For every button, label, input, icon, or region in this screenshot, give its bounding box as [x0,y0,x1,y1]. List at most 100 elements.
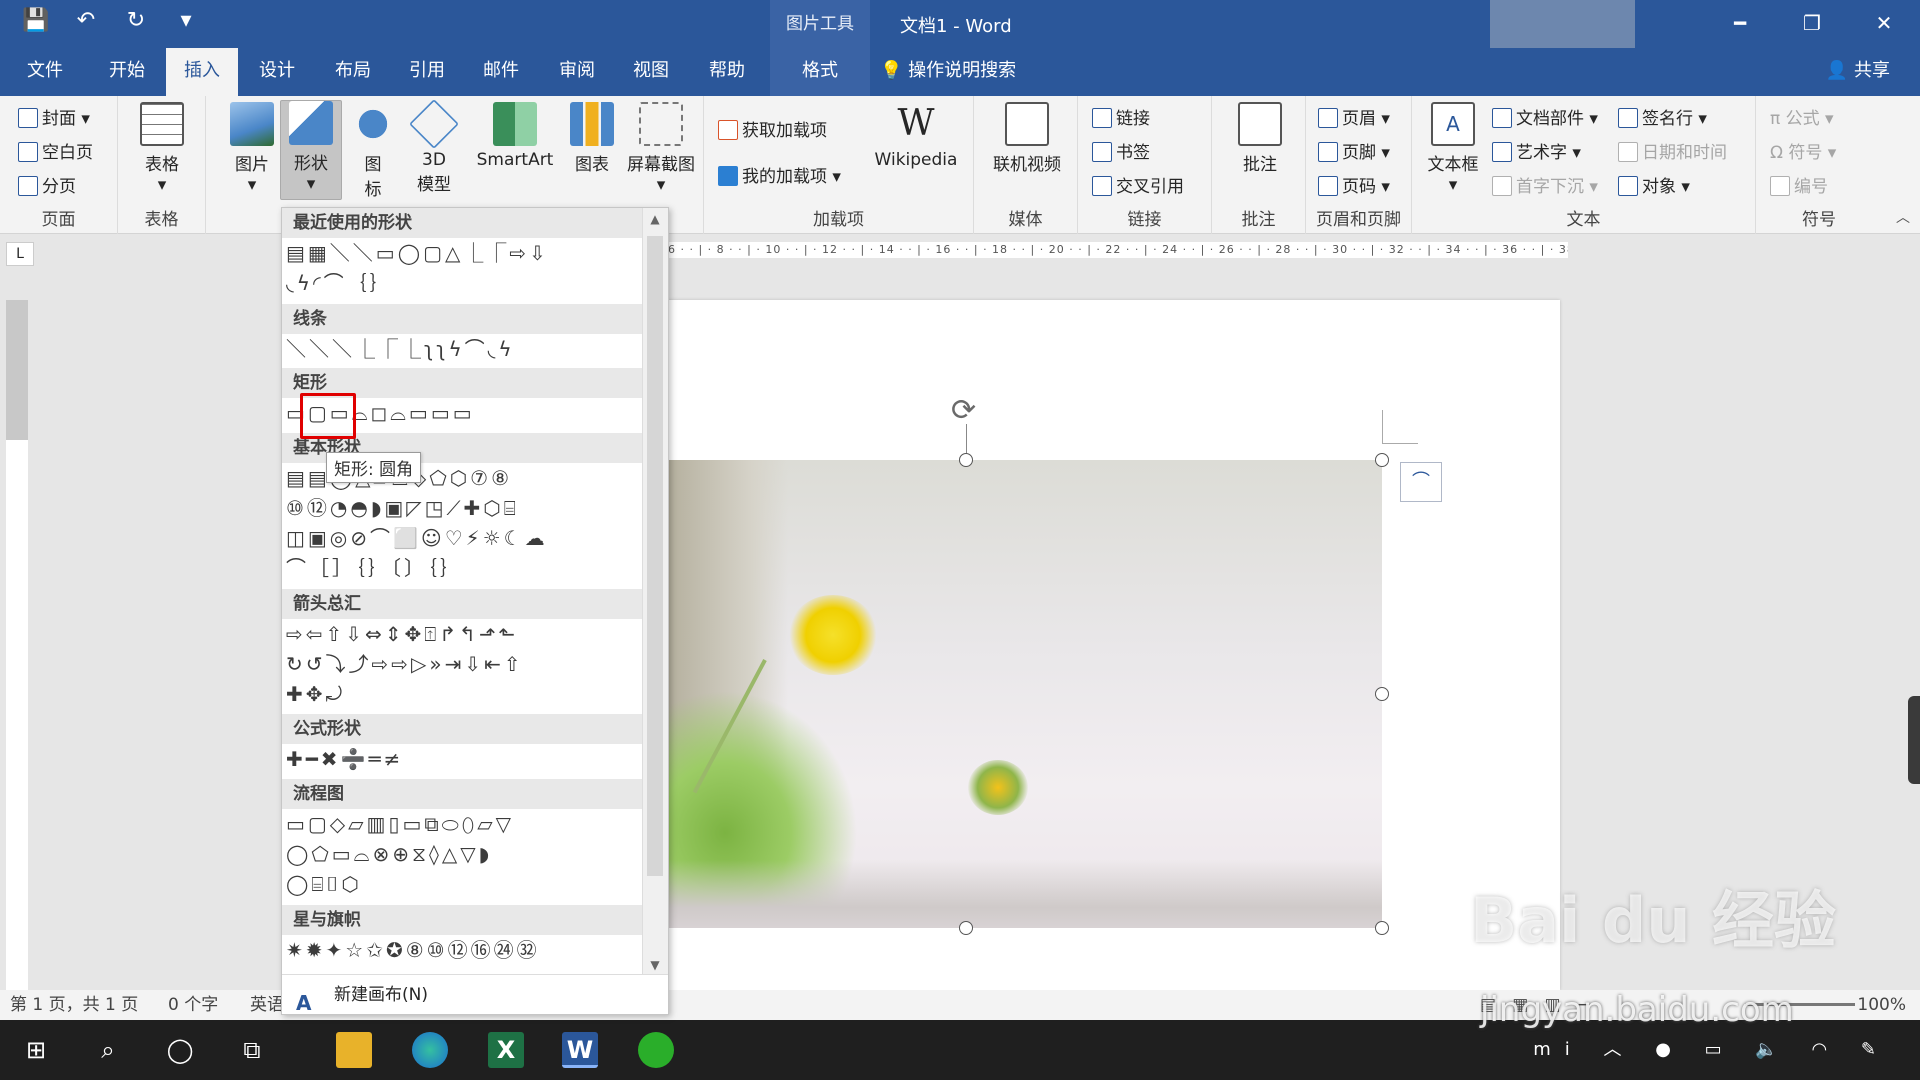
resize-handle-bottom-right[interactable] [1375,921,1389,935]
object-label: 对象 [1642,177,1676,197]
link-button[interactable]: 链接 [1092,104,1150,129]
group-links: 链接 书签 交叉引用 链接 [1078,96,1212,234]
excel-icon[interactable]: X [488,1032,524,1068]
tab-view[interactable]: 视图 [622,48,680,96]
page-break-button[interactable]: 分页 [18,172,76,197]
minimize-button[interactable]: ━ [1704,0,1776,48]
layout-options-icon[interactable]: ⌒ [1400,462,1442,502]
resize-handle-bottom[interactable] [959,921,973,935]
shape-row[interactable]: ✚━✖➗═≠ [282,744,642,774]
shapes-button[interactable]: 形状 ▾ [280,100,342,200]
customize-qat-icon[interactable]: ▾ [172,8,200,33]
page-number-button[interactable]: 页码 ▾ [1318,172,1390,197]
icons-button[interactable]: 图 标 [346,102,400,200]
new-comment-button[interactable]: 批注 [1230,102,1290,175]
shape-row[interactable]: ◯⬠▭⌓⊗⊕⧖◊△▽◗ [282,839,642,869]
new-drawing-canvas-button[interactable]: A 新建画布(N) [282,974,668,1014]
blank-page-button[interactable]: 空白页 [18,138,93,163]
shape-row[interactable]: ◟ϟ◜⌒｛｝ [282,268,642,298]
resize-handle-right[interactable] [1375,687,1389,701]
word-icon[interactable]: W [562,1032,598,1068]
language-indicator[interactable]: 英语 [250,990,284,1020]
bookmark-button[interactable]: 书签 [1092,138,1150,163]
new-canvas-label: 新建画布(N) [334,985,428,1005]
tab-layout[interactable]: 布局 [324,48,382,96]
side-edge-tab[interactable] [1908,696,1920,784]
wikipedia-button[interactable]: W Wikipedia [866,102,966,170]
shape-row[interactable]: ＼＼＼⎿⎾⎿ʅʅϟ⌒◟ϟ [282,334,642,364]
restore-button[interactable]: ❐ [1776,0,1848,48]
shape-row[interactable]: ↻↺⤵⤴⇨⇨▷»⇥⇩⇤⇧ [282,649,642,679]
3d-models-button[interactable]: 3D 模型 [406,99,462,195]
quick-parts-button[interactable]: 文档部件 ▾ [1492,104,1598,129]
cover-page-button[interactable]: 封面 ▾ [18,104,90,129]
shape-row[interactable]: ⌒［］｛｝〔〕｛｝ [282,553,642,583]
task-view-icon[interactable]: ⧉ [234,1032,270,1068]
signature-line-button[interactable]: 签名行 ▾ [1618,104,1707,129]
scroll-thumb[interactable] [647,236,663,876]
scroll-down-icon[interactable]: ▼ [647,958,663,972]
shape-row[interactable]: ✷✹✦☆✩✪⑧⑩⑫⑯㉔㉜ [282,935,642,965]
textbox-button[interactable]: A 文本框 ▾ [1422,102,1484,195]
rotate-handle-icon[interactable]: ⟳ [951,393,976,428]
picture-button[interactable]: 图片 ▾ [224,102,280,195]
tab-references[interactable]: 引用 [398,48,456,96]
omega-icon: Ω [1770,143,1789,163]
shape-row[interactable]: ▭▢◇▱▥▯▭⧉⬭⬯▱▽ [282,809,642,839]
date-time-label: 日期和时间 [1642,143,1727,163]
tab-home[interactable]: 开始 [96,48,158,96]
tell-me-search[interactable]: 💡 操作说明搜索 [880,48,1016,94]
cortana-icon[interactable]: ◯ [162,1032,198,1068]
zoom-level[interactable]: 100% [1857,990,1906,1020]
file-explorer-icon[interactable] [336,1032,372,1068]
word-count[interactable]: 0 个字 [168,990,218,1020]
selected-picture[interactable] [668,460,1382,928]
header-button[interactable]: 页眉 ▾ [1318,104,1390,129]
object-button[interactable]: 对象 ▾ [1618,172,1690,197]
resize-handle-top-right[interactable] [1375,453,1389,467]
share-button[interactable]: 👤 共享 [1826,48,1890,94]
shape-row[interactable]: ⇨⇦⇧⇩⇔⇕✥⍐↱↰⬏⬑ [282,619,642,649]
gallery-scrollbar[interactable]: ▲ ▼ [642,208,668,976]
resize-handle-top[interactable] [959,453,973,467]
tab-format[interactable]: 格式 [770,48,870,96]
shape-row[interactable]: ◯⌸⌷⬡ [282,869,642,899]
tab-file[interactable]: 文件 [16,48,74,96]
page-count[interactable]: 第 1 页，共 1 页 [10,990,138,1020]
close-button[interactable]: ✕ [1848,0,1920,48]
scroll-up-icon[interactable]: ▲ [647,212,663,226]
online-video-button[interactable]: 联机视频 [982,102,1072,175]
tab-insert[interactable]: 插入 [166,48,238,96]
smartart-button[interactable]: SmartArt [470,102,560,170]
tab-selector[interactable]: L [6,242,34,266]
table-button[interactable]: 表格 ▾ [136,102,188,195]
undo-icon[interactable]: ↶ [72,8,100,33]
windows-start-icon[interactable]: ⊞ [18,1032,54,1068]
store-icon [718,120,738,140]
my-addins-button[interactable]: 我的加载项 ▾ [718,162,841,187]
symbol-button: Ω 符号 ▾ [1770,143,1837,163]
header-icon [1318,108,1338,128]
tab-mailings[interactable]: 邮件 [472,48,530,96]
edge-icon[interactable] [412,1032,448,1068]
collapse-ribbon-icon[interactable]: ︿ [1896,207,1910,227]
tab-review[interactable]: 审阅 [548,48,606,96]
wordart-button[interactable]: 艺术字 ▾ [1492,138,1581,163]
footer-button[interactable]: 页脚 ▾ [1318,138,1390,163]
get-addins-button[interactable]: 获取加载项 [718,116,827,141]
search-icon[interactable]: ⌕ [90,1032,126,1068]
shape-row[interactable]: ◫▣◎⊘⌒⬜☺♡⚡☼☾☁ [282,523,642,553]
shape-row[interactable]: ✚✥⤾ [282,679,642,709]
horizontal-ruler[interactable]: 6 · · | · 8 · · | · 10 · · | · 12 · · | … [668,242,1568,258]
tab-help[interactable]: 帮助 [698,48,756,96]
redo-icon[interactable]: ↻ [122,8,150,33]
shape-row[interactable]: ⑩⑫◔◓◗▣◸◳⟋✚⬡⌸ [282,493,642,523]
shape-row[interactable]: ▤▦＼＼▭◯▢△⎿⎾⇨⇩ [282,238,642,268]
cover-page-label: 封面 [42,109,76,129]
save-icon[interactable]: 💾 [22,8,50,33]
cross-reference-button[interactable]: 交叉引用 [1092,172,1184,197]
screenshot-button[interactable]: 屏幕截图 ▾ [622,102,700,195]
wechat-icon[interactable] [638,1032,674,1068]
chart-button[interactable]: 图表 [564,102,620,175]
tab-design[interactable]: 设计 [248,48,306,96]
